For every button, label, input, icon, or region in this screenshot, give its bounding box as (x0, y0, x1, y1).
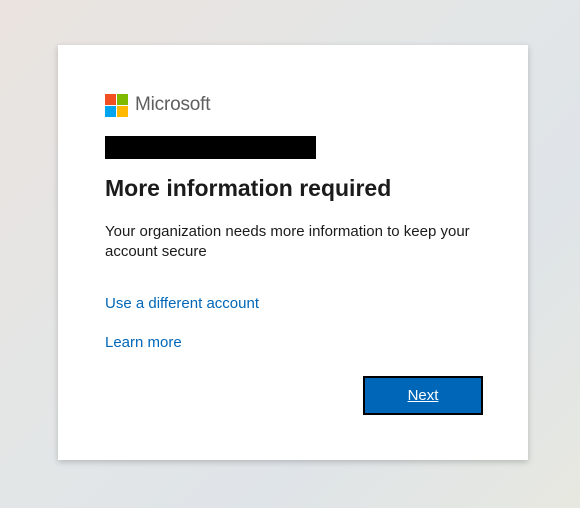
learn-more-link[interactable]: Learn more (105, 334, 182, 351)
page-title: More information required (105, 175, 392, 201)
microsoft-logo-text: Microsoft (135, 94, 211, 115)
description-text: Your organization needs more information… (105, 223, 470, 260)
sign-in-card: Microsoft More information required Your… (58, 45, 528, 460)
microsoft-logo-icon (105, 93, 128, 117)
use-different-account-link[interactable]: Use a different account (105, 295, 259, 312)
microsoft-logo: Microsoft (105, 93, 210, 117)
next-button[interactable]: Next (363, 376, 483, 415)
redacted-account-email (105, 136, 316, 159)
